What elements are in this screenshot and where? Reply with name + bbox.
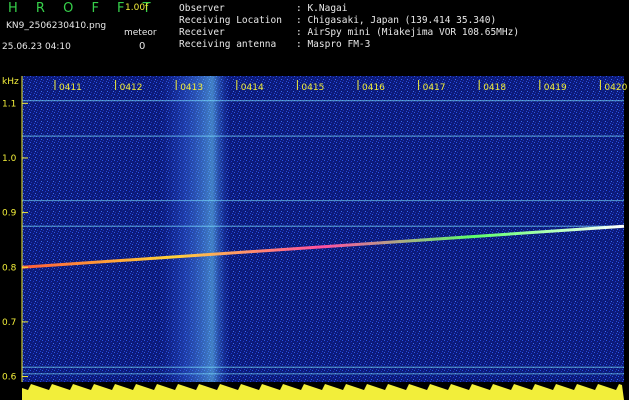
version-label: 1.00f xyxy=(125,3,149,13)
x-tick-label: 0418 xyxy=(483,83,506,93)
info-antenna-label: Receiving antenna xyxy=(179,39,277,50)
bright-band xyxy=(160,76,230,382)
y-tick-label: 1.0 xyxy=(2,154,17,164)
x-tick-label: 0412 xyxy=(120,83,143,93)
noise-field xyxy=(22,76,624,382)
y-tick-label: 0.9 xyxy=(2,209,17,219)
signal-level-bar xyxy=(22,384,624,400)
y-unit-label: kHz xyxy=(2,77,19,87)
spectrogram: 0411 0412 0413 0414 0415 0416 0417 0418 0419 0420… xyxy=(0,76,629,400)
info-receiver-label: Receiver xyxy=(179,27,225,38)
y-tick-label: 0.7 xyxy=(2,318,16,328)
spectrogram-canvas: 0411 0412 0413 0414 0415 0416 0417 0418 0419 0420… xyxy=(2,76,628,400)
info-location-label: Receiving Location xyxy=(179,15,282,26)
info-receiver-value: : AirSpy mini (Miakejima VOR 108.65MHz) xyxy=(296,27,520,38)
x-tick-label: 0413 xyxy=(180,83,203,93)
x-tick-label: 0415 xyxy=(301,83,324,93)
x-tick-label: 0417 xyxy=(423,83,446,93)
datetime-label: 25.06.23 04:10 xyxy=(2,42,71,52)
y-tick-label: 0.8 xyxy=(2,263,17,273)
info-antenna-value: : Maspro FM-3 xyxy=(296,39,371,50)
x-tick-label: 0411 xyxy=(59,83,82,93)
y-tick-label: 1.1 xyxy=(2,99,16,109)
meteor-count: 0 xyxy=(139,41,146,52)
info-observer-value: : K.Nagai xyxy=(296,3,348,14)
info-location-value: : Chigasaki, Japan (139.414 35.340) xyxy=(296,15,497,26)
x-tick-label: 0414 xyxy=(241,83,264,93)
meteor-label: meteor xyxy=(124,28,157,38)
info-observer-label: Observer xyxy=(179,3,225,14)
x-tick-label: 0416 xyxy=(362,83,385,93)
y-tick-label: 0.6 xyxy=(2,373,17,383)
x-tick-label: 0419 xyxy=(544,83,567,93)
filename-label: KN9_2506230410.png xyxy=(6,21,107,31)
x-tick-label: 0420 xyxy=(604,83,627,93)
